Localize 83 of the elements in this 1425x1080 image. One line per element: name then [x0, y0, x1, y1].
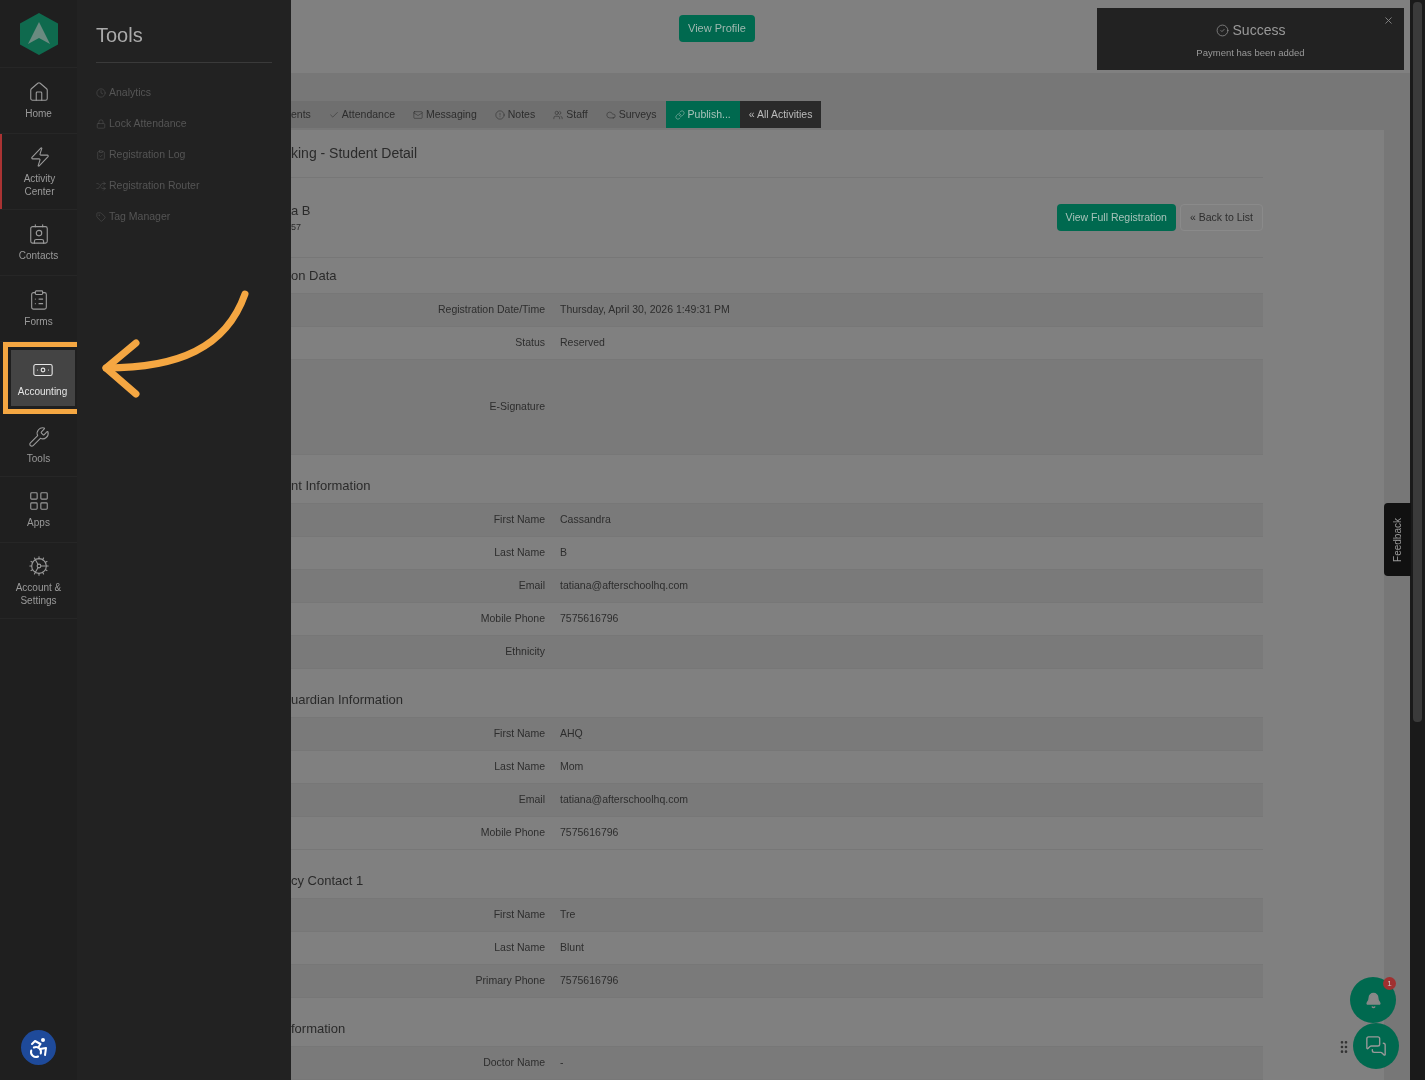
section-title: formation — [291, 1019, 346, 1038]
link-icon — [674, 109, 685, 120]
field-value: Tre — [560, 907, 576, 923]
field-label: Primary Phone — [474, 973, 546, 989]
nav-item[interactable]: Account & Settings — [0, 543, 77, 618]
section-title: nt Information — [291, 476, 371, 495]
cloud-icon — [605, 109, 616, 120]
lightning-icon — [28, 145, 51, 168]
field-value: 7575616796 — [560, 825, 619, 841]
field-value: B — [560, 545, 567, 561]
people-icon — [553, 109, 564, 120]
clipboard-icon — [96, 149, 106, 160]
alert-icon — [494, 109, 505, 120]
section-title: uardian Information — [291, 690, 403, 709]
field-label: Doctor Name — [482, 1055, 546, 1071]
tab[interactable]: Notes — [485, 101, 545, 128]
chat-icon — [1365, 1035, 1387, 1057]
field-label: First Name — [492, 512, 546, 528]
lock-icon — [96, 118, 106, 129]
field-label: Email — [517, 578, 546, 594]
field-value: tatiana@afterschoolhq.com — [560, 792, 688, 808]
view-profile-button[interactable]: View Profile — [679, 15, 755, 42]
panel-title: Tools — [96, 0, 272, 63]
field-value: 7575616796 — [560, 611, 619, 627]
bell-icon — [1364, 991, 1382, 1009]
field-value: Reserved — [560, 335, 605, 351]
contact-card-icon — [27, 223, 50, 245]
field-value: Blunt — [560, 940, 584, 956]
field-label: First Name — [492, 726, 546, 742]
field-label: Last Name — [493, 545, 546, 561]
envelope-icon — [413, 109, 423, 120]
nav-item[interactable]: Forms — [0, 276, 77, 341]
field-label: Ethnicity — [504, 644, 546, 660]
field-label: Mobile Phone — [479, 825, 546, 841]
nav-item[interactable]: Tools — [0, 414, 77, 476]
field-label: Last Name — [493, 940, 546, 956]
field-value: Cassandra — [560, 512, 611, 528]
field-value: - — [560, 1055, 564, 1071]
check-circle-icon — [1215, 24, 1229, 37]
feedback-tab[interactable]: Feedback — [1384, 503, 1411, 576]
nav-item[interactable]: Accounting — [10, 350, 75, 406]
field-label: Registration Date/Time — [437, 302, 546, 318]
wrench-icon — [27, 425, 50, 448]
student-name: a B — [291, 202, 311, 220]
field-label: Mobile Phone — [479, 611, 546, 627]
field-value: tatiana@afterschoolhq.com — [560, 578, 688, 594]
field-label: Status — [514, 335, 546, 351]
check-icon — [328, 109, 339, 120]
grid-icon — [27, 490, 50, 512]
shuffle-icon — [96, 180, 106, 191]
field-value: AHQ — [560, 726, 583, 742]
tag-icon — [96, 211, 106, 222]
toast-message: Payment has been added — [1196, 46, 1305, 60]
tab[interactable]: Attendance — [319, 101, 404, 128]
field-value: 7575616796 — [560, 973, 619, 989]
tab[interactable]: Publish... — [665, 101, 740, 128]
field-value: Mom — [560, 759, 584, 775]
action-button[interactable]: View Full Registration — [1056, 204, 1176, 231]
tab[interactable]: Messaging — [404, 101, 486, 128]
tab[interactable]: Staff — [544, 101, 597, 128]
field-label: E-Signature — [488, 399, 546, 415]
nav-item[interactable]: Home — [0, 68, 77, 133]
action-button[interactable]: « Back to List — [1179, 204, 1263, 231]
scrollbar[interactable] — [1410, 0, 1425, 1080]
field-value: Thursday, April 30, 2026 1:49:31 PM — [560, 302, 730, 318]
close-button[interactable] — [1383, 15, 1394, 26]
nav-item[interactable]: Contacts — [0, 210, 77, 275]
home-icon — [27, 81, 50, 103]
tab[interactable]: ents — [291, 101, 320, 128]
field-label: First Name — [492, 907, 546, 923]
section-title: cy Contact 1 — [291, 871, 364, 890]
gear-icon — [27, 554, 50, 577]
tab[interactable]: « All Activities — [739, 101, 822, 128]
field-label: Email — [517, 792, 546, 808]
accessibility-button[interactable] — [21, 1030, 56, 1065]
tab[interactable]: Surveys — [596, 101, 666, 128]
field-label: Last Name — [493, 759, 546, 775]
nav-item[interactable]: Apps — [0, 477, 77, 542]
section-title: on Data — [291, 266, 337, 285]
logo-icon — [18, 11, 59, 56]
page-title: king - Student Detail — [291, 144, 418, 163]
student-number: 57 — [291, 220, 302, 234]
toast-title: Success — [1232, 21, 1286, 40]
